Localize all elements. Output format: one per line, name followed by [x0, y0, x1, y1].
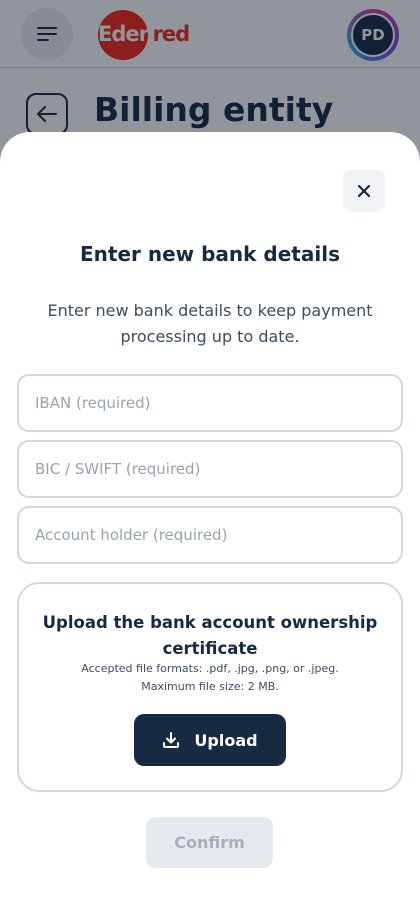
- max-file-size-text: Maximum file size: 2 MB.: [141, 680, 279, 693]
- confirm-button[interactable]: Confirm: [146, 817, 273, 868]
- account-holder-field[interactable]: [17, 506, 403, 564]
- account-holder-input[interactable]: [19, 508, 401, 562]
- bank-details-sheet: Enter new bank details Enter new bank de…: [0, 132, 420, 911]
- close-icon: [358, 185, 370, 197]
- bic-swift-input[interactable]: [19, 442, 401, 496]
- iban-field[interactable]: [17, 374, 403, 432]
- upload-button[interactable]: Upload: [134, 714, 286, 766]
- upload-dropzone[interactable]: Upload the bank account ownership certif…: [17, 582, 403, 792]
- accepted-formats-text: Accepted file formats: .pdf, .jpg, .png,…: [81, 662, 339, 675]
- iban-input[interactable]: [19, 376, 401, 430]
- sheet-description: Enter new bank details to keep payment p…: [47, 301, 373, 346]
- download-icon: [163, 732, 180, 748]
- sheet-title: Enter new bank details: [80, 242, 340, 266]
- close-button[interactable]: [343, 170, 385, 212]
- upload-button-label: Upload: [194, 730, 258, 750]
- upload-title: Upload the bank account ownership certif…: [42, 613, 378, 658]
- bic-field[interactable]: [17, 440, 403, 498]
